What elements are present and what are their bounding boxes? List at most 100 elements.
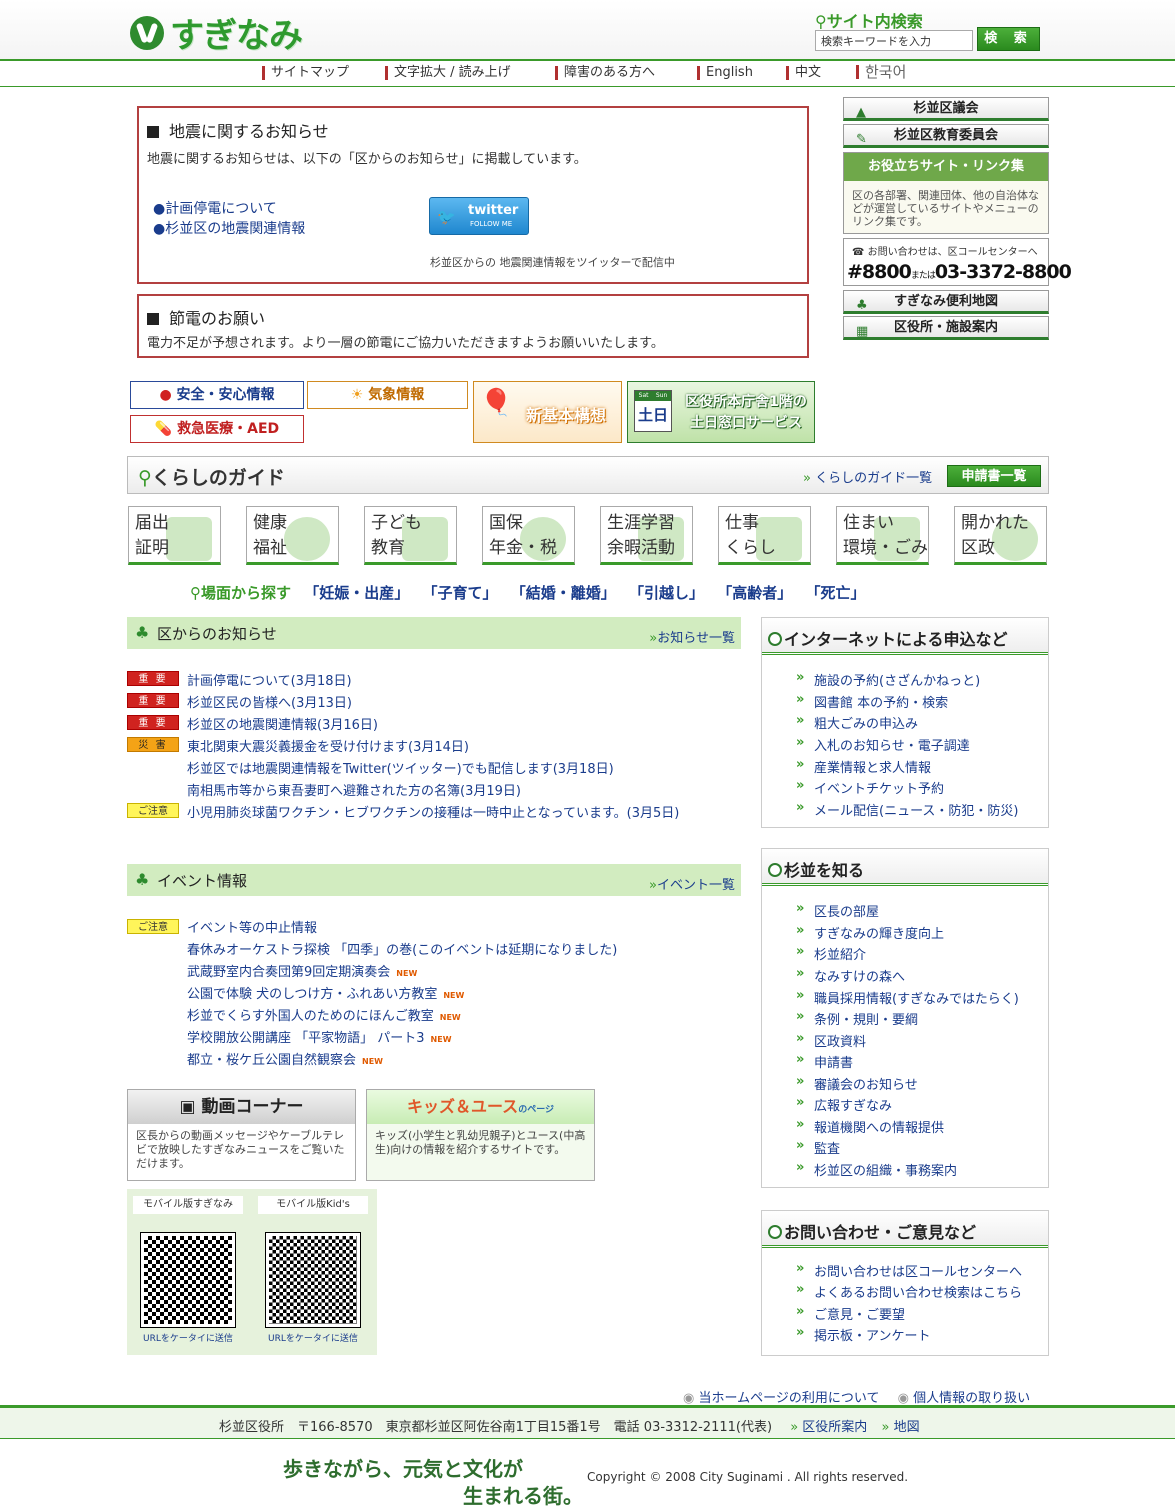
guide-title: ⚲くらしのガイド bbox=[138, 467, 285, 489]
status-badge: 重 要 bbox=[127, 715, 179, 730]
news-item[interactable]: 東北関東大震災義援金を受け付けます(3月14日) bbox=[187, 736, 469, 755]
nav-korean[interactable]: 한국어 bbox=[856, 65, 906, 80]
panel-link[interactable]: 粗大ごみの申込み bbox=[796, 713, 918, 732]
news-item[interactable]: 杉並区の地震関連情報(3月16日) bbox=[187, 714, 378, 733]
map-link[interactable]: » 地図 bbox=[881, 1420, 919, 1435]
logo-mark-icon bbox=[130, 15, 164, 50]
category-insurance[interactable]: 国保 年金・税 bbox=[482, 506, 575, 565]
nav-accessibility[interactable]: 障害のある方へ bbox=[555, 66, 655, 80]
category-work[interactable]: 仕事 くらし bbox=[718, 506, 811, 565]
scene-moving[interactable]: 「引越し」 bbox=[629, 584, 704, 602]
twitter-follow-button[interactable]: 🐦 twitter FOLLOW ME bbox=[429, 197, 529, 235]
guide-list-link[interactable]: » くらしのガイド一覧 bbox=[803, 467, 932, 486]
panel-link[interactable]: 図書館 本の予約・検索 bbox=[796, 692, 948, 711]
clover-icon: ♣ bbox=[135, 870, 150, 889]
panel-link[interactable]: 区政資料 bbox=[796, 1031, 866, 1050]
scene-marriage[interactable]: 「結婚・離婚」 bbox=[511, 584, 616, 602]
useful-links-banner[interactable]: お役立ちサイト・リンク集 区の各部署、関連団体、他の自治体などが運営しているサイ… bbox=[843, 152, 1049, 234]
scene-childcare[interactable]: 「子育て」 bbox=[423, 584, 498, 602]
news-more-link[interactable]: »お知らせ一覧 bbox=[649, 627, 735, 646]
earthquake-info-link[interactable]: ●杉並区の地震関連情報 bbox=[153, 218, 305, 238]
search-button[interactable]: 検 索 bbox=[977, 27, 1040, 51]
nav-english[interactable]: English bbox=[697, 66, 753, 80]
panel-link[interactable]: 杉並紹介 bbox=[796, 944, 866, 963]
map-banner[interactable]: ♣ すぎなみ便利地図 bbox=[843, 290, 1049, 314]
panel-link[interactable]: お問い合わせは区コールセンターへ bbox=[796, 1261, 1022, 1280]
site-logo[interactable]: すぎなみ bbox=[130, 8, 303, 57]
panel-link[interactable]: 掲示板・アンケート bbox=[796, 1325, 931, 1344]
application-list-button[interactable]: 申請書一覧 bbox=[947, 465, 1041, 487]
kids-youth-banner[interactable]: キッズ＆ユースのページ キッズ(小学生と乳幼児親子)とユース(中高生)向けの情報… bbox=[366, 1089, 595, 1181]
panel-link[interactable]: 産業情報と求人情報 bbox=[796, 757, 931, 776]
facility-banner[interactable]: ▦ 区役所・施設案内 bbox=[843, 316, 1049, 340]
planned-outage-link[interactable]: ●計画停電について bbox=[153, 198, 277, 218]
news-item[interactable]: 計画停電について(3月18日) bbox=[187, 670, 352, 689]
twitter-bird-icon: 🐦 bbox=[437, 208, 456, 226]
basic-plan-banner[interactable]: 🎈 新基本構想 bbox=[473, 381, 622, 443]
scene-elderly[interactable]: 「高齢者」 bbox=[717, 584, 792, 602]
news-item[interactable]: 南相馬市等から東吾妻町へ避難された方の名簿(3月19日) bbox=[187, 780, 521, 799]
panel-link[interactable]: すぎなみの輝き度向上 bbox=[796, 923, 944, 942]
panel-link[interactable]: 監査 bbox=[796, 1138, 840, 1157]
nav-chinese[interactable]: 中文 bbox=[786, 66, 821, 80]
nav-text-size[interactable]: 文字拡大 / 読み上げ bbox=[385, 66, 511, 80]
office-guide-link[interactable]: » 区役所案内 bbox=[790, 1420, 867, 1435]
panel-link[interactable]: なみすけの森へ bbox=[796, 966, 905, 985]
send-url-kids-link[interactable]: URLをケータイに送信 bbox=[268, 1331, 358, 1344]
panel-link[interactable]: 審議会のお知らせ bbox=[796, 1074, 918, 1093]
new-badge: NEW bbox=[430, 1035, 452, 1044]
qr-code-kids bbox=[265, 1232, 361, 1328]
event-item[interactable]: 学校開放公開講座 「平家物語」 パート3 NEW bbox=[187, 1027, 452, 1046]
news-item[interactable]: 杉並区では地震関連情報をTwitter(ツイッター)でも配信します(3月18日) bbox=[187, 758, 614, 777]
search-icon: ⚲ bbox=[190, 584, 201, 602]
video-corner-banner[interactable]: ▣ 動画コーナー 区長からの動画メッセージやケーブルテレビで放映したすぎなみニュ… bbox=[127, 1089, 356, 1181]
category-housing[interactable]: 住まい 環境・ごみ bbox=[836, 506, 929, 565]
panel-link[interactable]: メール配信(ニュース・防犯・防災) bbox=[796, 800, 1018, 819]
event-item[interactable]: 公園で体験 犬のしつけ方・ふれあい方教室 NEW bbox=[187, 983, 464, 1002]
education-board-banner[interactable]: ✎ 杉並区教育委員会 bbox=[843, 124, 1049, 148]
scene-pregnancy[interactable]: 「妊娠・出産」 bbox=[304, 584, 409, 602]
nav-sitemap[interactable]: サイトマップ bbox=[262, 66, 349, 80]
panel-link[interactable]: 杉並区の組織・事務案内 bbox=[796, 1160, 957, 1179]
panel-link[interactable]: 職員採用情報(すぎなみではたらく) bbox=[796, 988, 1019, 1007]
weekend-service-banner[interactable]: Sat Sun 土日 区役所本庁舎1階の 土日窓口サービス bbox=[627, 381, 815, 443]
power-saving-title: 節電のお願い bbox=[147, 305, 265, 329]
usage-link[interactable]: ◉ 当ホームページの利用について bbox=[683, 1391, 879, 1406]
panel-link[interactable]: 報道機関への情報提供 bbox=[796, 1117, 944, 1136]
category-health[interactable]: 健康 福祉 bbox=[246, 506, 339, 565]
category-children[interactable]: 子ども 教育 bbox=[364, 506, 457, 565]
panel-link[interactable]: 入札のお知らせ・電子調達 bbox=[796, 735, 970, 754]
call-center-banner[interactable]: ☎ お問い合わせは、区コールセンターへ #8800または03-3372-8800 bbox=[843, 238, 1072, 286]
events-more-link[interactable]: »イベント一覧 bbox=[649, 874, 735, 893]
panel-link[interactable]: よくあるお問い合わせ検索はこちら bbox=[796, 1282, 1022, 1301]
privacy-link[interactable]: ◉ 個人情報の取り扱い bbox=[898, 1391, 1031, 1406]
news-header: ♣ 区からのお知らせ »お知らせ一覧 bbox=[127, 617, 741, 649]
panel-link[interactable]: 区長の部屋 bbox=[796, 901, 879, 920]
panel-link[interactable]: ご意見・ご要望 bbox=[796, 1304, 905, 1323]
footer-address-bar: 杉並区役所 〒166-8570 東京都杉並区阿佐谷南1丁目15番1号 電話 03… bbox=[0, 1405, 1175, 1439]
new-badge: NEW bbox=[396, 969, 418, 978]
panel-link[interactable]: 申請書 bbox=[796, 1052, 853, 1071]
panel-link[interactable]: 広報すぎなみ bbox=[796, 1095, 892, 1114]
event-item[interactable]: 杉並でくらす外国人のためのにほんご教室 NEW bbox=[187, 1005, 461, 1024]
category-notification[interactable]: 届出 証明 bbox=[128, 506, 221, 565]
category-learning[interactable]: 生涯学習 余暇活動 bbox=[600, 506, 693, 565]
event-item[interactable]: 都立・桜ケ丘公園自然観察会 NEW bbox=[187, 1049, 383, 1068]
news-item[interactable]: 杉並区民の皆様へ(3月13日) bbox=[187, 692, 352, 711]
panel-link[interactable]: イベントチケット予約 bbox=[796, 778, 944, 797]
emergency-medical-banner[interactable]: 💊 救急医療・AED bbox=[130, 415, 304, 443]
news-item[interactable]: 小児用肺炎球菌ワクチン・ヒブワクチンの接種は一時中止となっています。(3月5日) bbox=[187, 802, 679, 821]
event-item[interactable]: 春休みオーケストラ探検 「四季」の巻(このイベントは延期になりました) bbox=[187, 939, 617, 958]
weather-banner[interactable]: ☀ 気象情報 bbox=[307, 381, 468, 409]
search-input[interactable] bbox=[815, 30, 973, 51]
send-url-mobile-link[interactable]: URLをケータイに送信 bbox=[143, 1331, 233, 1344]
copyright: Copyright © 2008 City Suginami . All rig… bbox=[587, 1470, 909, 1484]
assembly-banner[interactable]: ▲ 杉並区議会 bbox=[843, 97, 1049, 121]
event-item[interactable]: 武蔵野室内合奏団第9回定期演奏会 NEW bbox=[187, 961, 417, 980]
panel-link[interactable]: 施設の予約(さざんかねっと) bbox=[796, 670, 980, 689]
event-item[interactable]: イベント等の中止情報 bbox=[187, 917, 317, 936]
safety-info-banner[interactable]: ● 安全・安心情報 bbox=[130, 381, 304, 409]
category-government[interactable]: 開かれた 区政 bbox=[954, 506, 1047, 565]
scene-death[interactable]: 「死亡」 bbox=[806, 584, 866, 602]
panel-link[interactable]: 条例・規則・要綱 bbox=[796, 1009, 918, 1028]
